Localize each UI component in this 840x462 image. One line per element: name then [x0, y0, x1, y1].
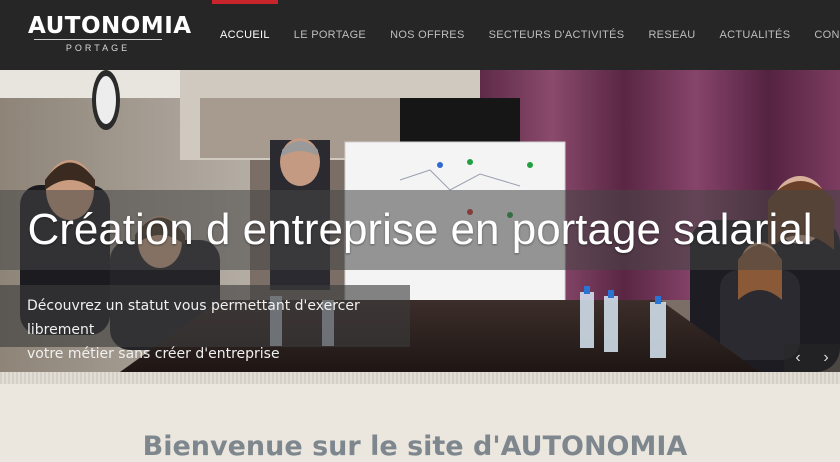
logo-main-text: AUTONOMIA: [28, 13, 192, 39]
logo-divider: [34, 39, 162, 40]
hero-slider: Création d entreprise en portage salaria…: [0, 70, 840, 372]
hero-caption-line-1: Découvrez un statut vous permettant d'ex…: [27, 298, 360, 338]
hero-caption-line-2: votre métier sans créer d'entreprise: [27, 346, 280, 362]
hero-caption: Découvrez un statut vous permettant d'ex…: [27, 294, 407, 366]
chevron-left-icon[interactable]: ‹: [784, 344, 812, 372]
section-divider: [0, 372, 840, 384]
slider-controls: ‹ ›: [784, 344, 840, 372]
nav-item-secteurs[interactable]: SECTEURS D'ACTIVITÉS: [477, 0, 637, 70]
nav-item-le-portage[interactable]: LE PORTAGE: [282, 0, 378, 70]
nav-item-accueil[interactable]: ACCUEIL: [208, 0, 282, 70]
logo[interactable]: AUTONOMIA PORTAGE: [28, 13, 192, 53]
nav-item-actualites[interactable]: ACTUALITÉS: [707, 0, 802, 70]
nav-item-contact[interactable]: CONTACT: [802, 0, 840, 70]
hero-title: Création d entreprise en portage salaria…: [27, 205, 813, 254]
welcome-heading: Bienvenue sur le site d'AUTONOMIA: [142, 431, 688, 462]
nav-item-reseau[interactable]: RESEAU: [636, 0, 707, 70]
nav-item-nos-offres[interactable]: NOS OFFRES: [378, 0, 477, 70]
site-header: AUTONOMIA PORTAGE ACCUEIL LE PORTAGE NOS…: [0, 0, 840, 70]
chevron-right-icon[interactable]: ›: [812, 344, 840, 372]
main-nav: ACCUEIL LE PORTAGE NOS OFFRES SECTEURS D…: [208, 0, 840, 70]
logo-sub-text: PORTAGE: [65, 43, 131, 53]
